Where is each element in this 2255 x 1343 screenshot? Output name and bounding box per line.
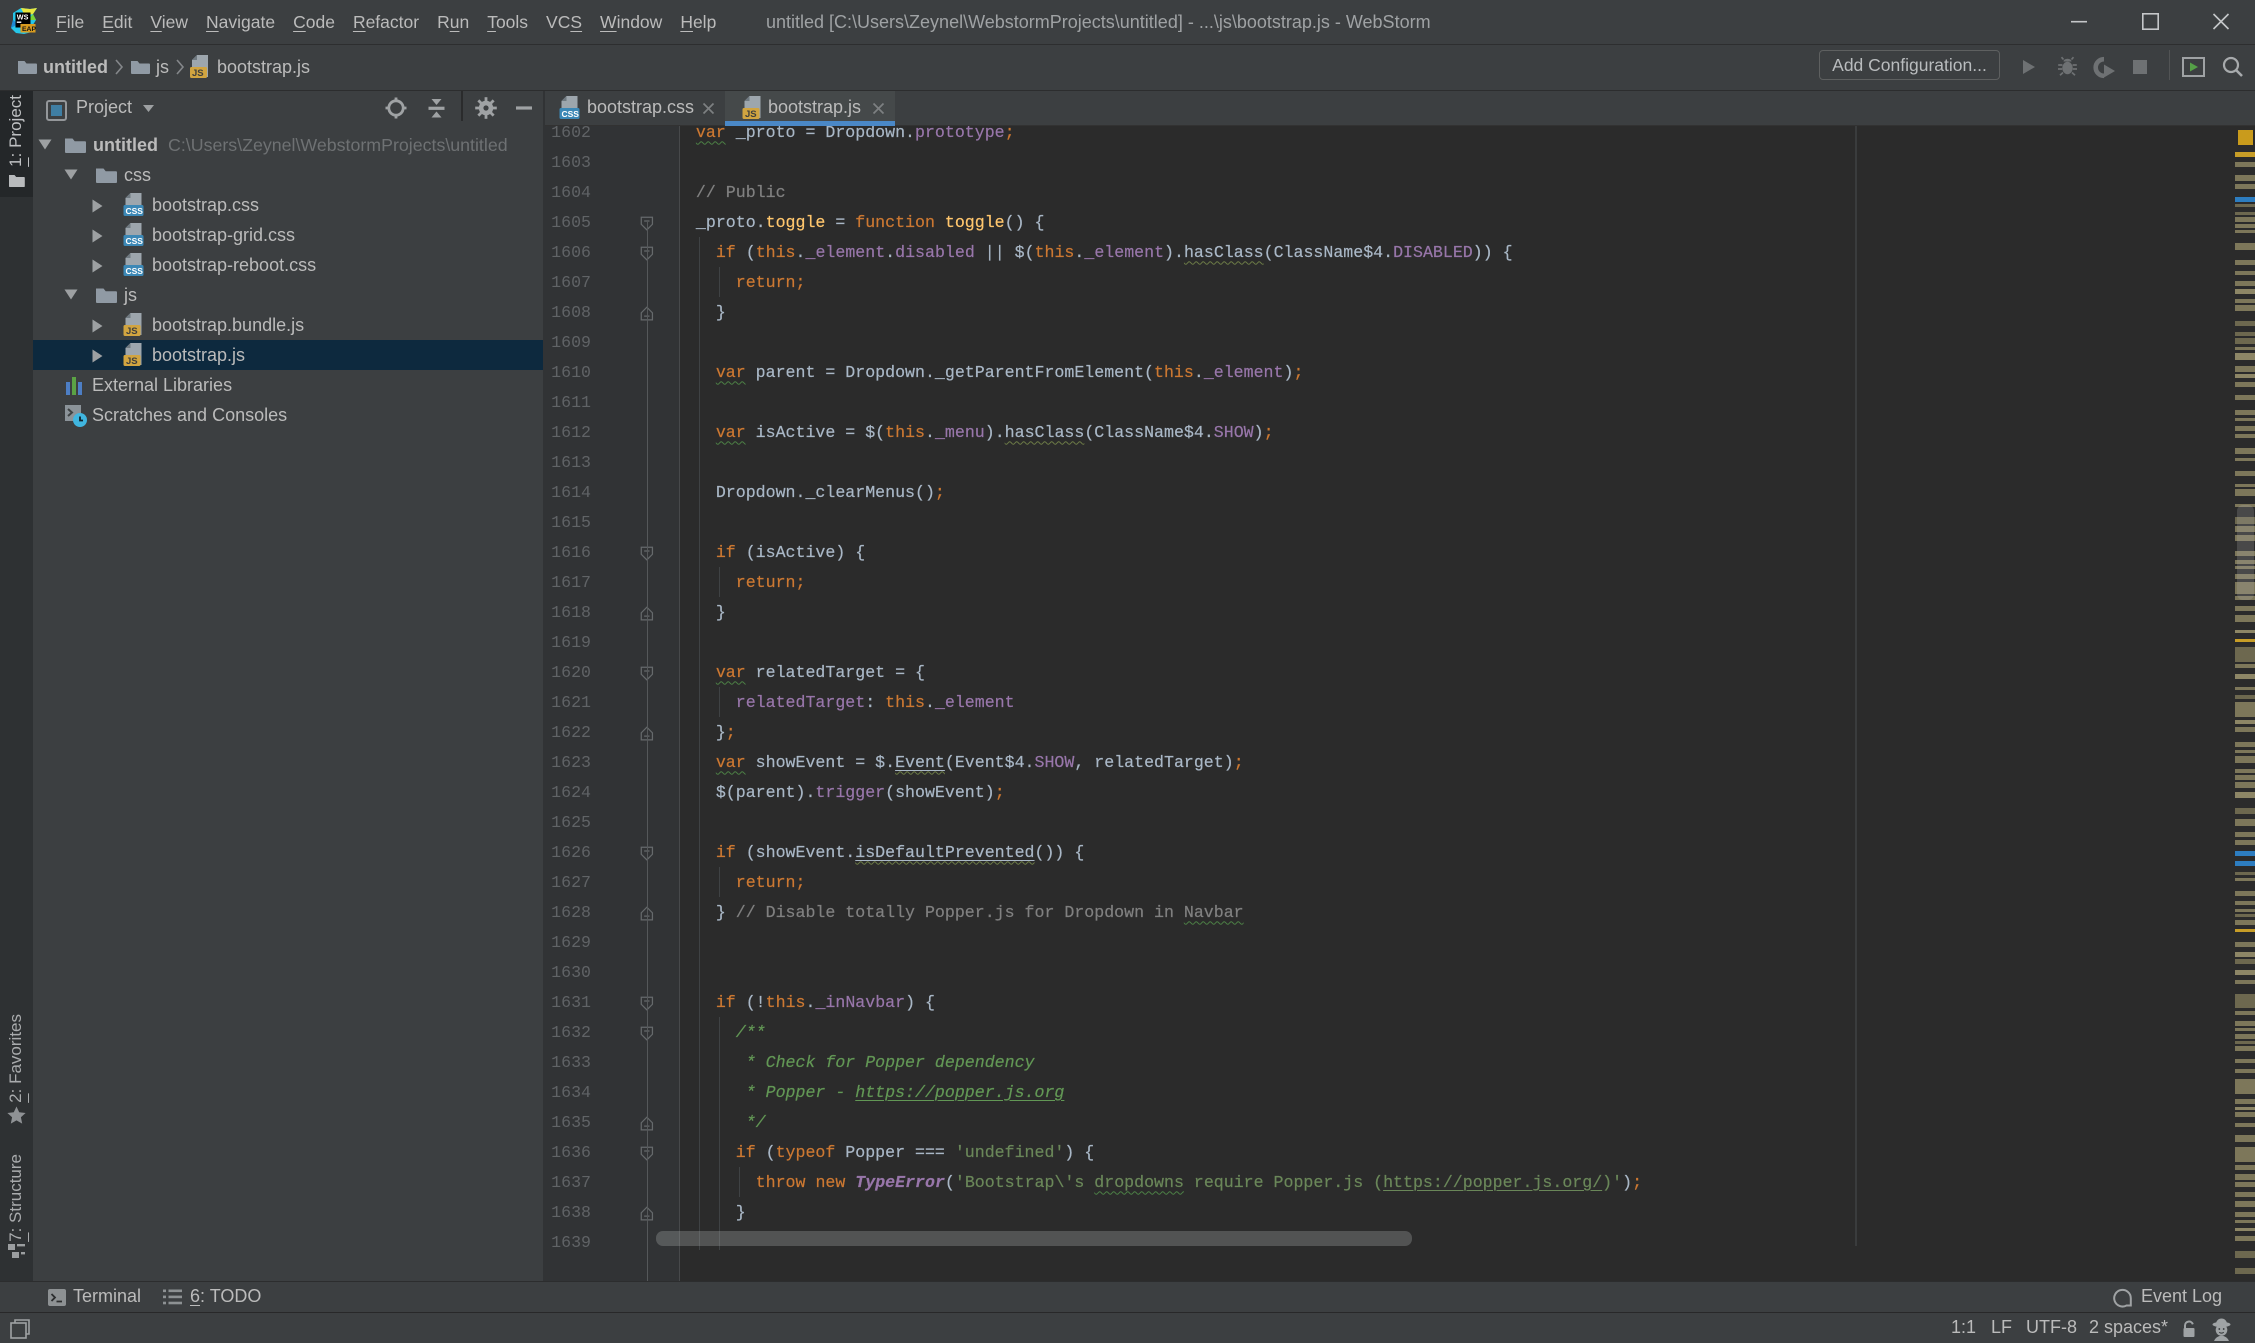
svg-text:JS: JS — [126, 356, 138, 367]
svg-text:CSS: CSS — [562, 109, 580, 119]
svg-text:CSS: CSS — [126, 206, 144, 216]
svg-text:CSS: CSS — [126, 236, 144, 246]
svg-text:JS: JS — [192, 68, 204, 79]
svg-text:EAP: EAP — [22, 26, 36, 33]
svg-text:WS: WS — [17, 13, 29, 22]
svg-text:CSS: CSS — [126, 266, 144, 276]
svg-text:JS: JS — [126, 326, 138, 337]
svg-text:JS: JS — [745, 109, 757, 120]
